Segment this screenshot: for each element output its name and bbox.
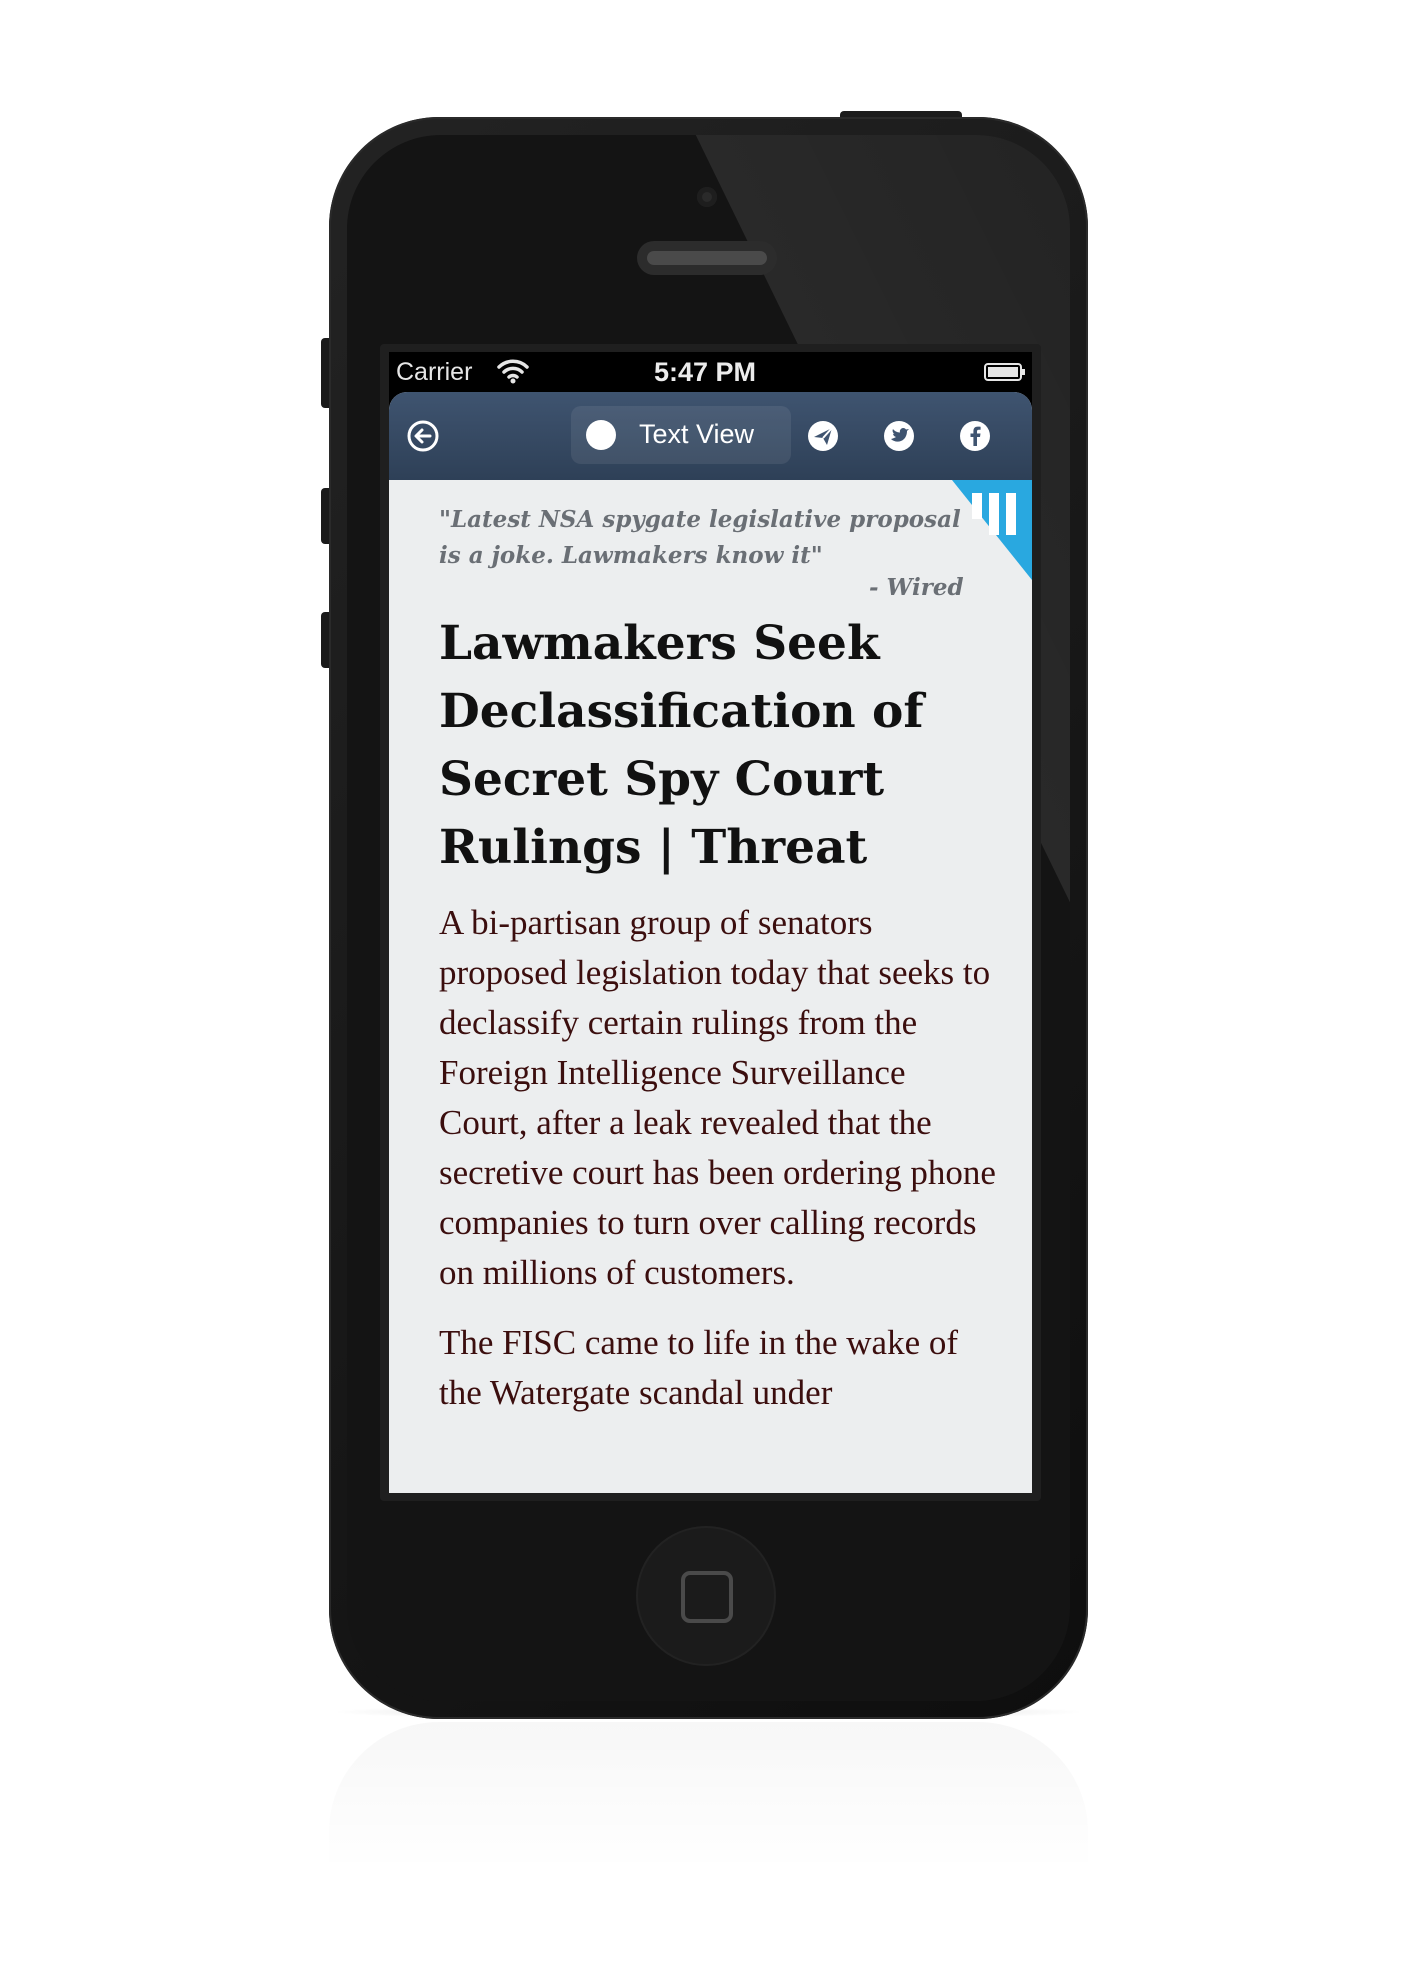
earpiece-speaker — [637, 241, 777, 275]
facebook-icon[interactable] — [958, 419, 992, 453]
paper-plane-icon[interactable] — [806, 419, 840, 453]
home-square-icon — [681, 1571, 733, 1623]
carrier-label: Carrier — [396, 358, 473, 386]
app-area: Text View "Latest NSA spygate legislativ… — [389, 392, 1032, 1493]
wifi-icon — [497, 358, 529, 389]
phone-reflection — [329, 1722, 1088, 1872]
article-body: A bi-partisan group of senators proposed… — [439, 898, 999, 1438]
text-view-label: Text View — [639, 419, 755, 449]
quote-source: - Wired — [869, 574, 964, 601]
screen: Carrier 5:47 PM Text View "Latest NSA sp… — [389, 352, 1032, 1493]
status-bar: Carrier 5:47 PM — [389, 352, 1032, 392]
toolbar: Text View — [389, 392, 1032, 480]
home-button[interactable] — [636, 1526, 776, 1666]
text-view-toggle[interactable]: Text View — [571, 406, 791, 464]
article-paragraph: The FISC came to life in the wake of the… — [439, 1323, 959, 1412]
clock: 5:47 PM — [654, 357, 757, 387]
pull-quote: "Latest NSA spygate legislative proposal… — [439, 506, 961, 569]
battery-icon — [984, 362, 1026, 387]
back-arrow-icon[interactable] — [406, 419, 440, 453]
article-paragraph: A bi-partisan group of senators proposed… — [439, 903, 996, 1292]
article-headline: Lawmakers Seek Declassification of Secre… — [439, 616, 924, 875]
white-dot-icon — [586, 420, 616, 450]
front-camera — [697, 187, 717, 207]
twitter-bird-icon[interactable] — [882, 419, 916, 453]
article-content: "Latest NSA spygate legislative proposal… — [389, 480, 1032, 1493]
